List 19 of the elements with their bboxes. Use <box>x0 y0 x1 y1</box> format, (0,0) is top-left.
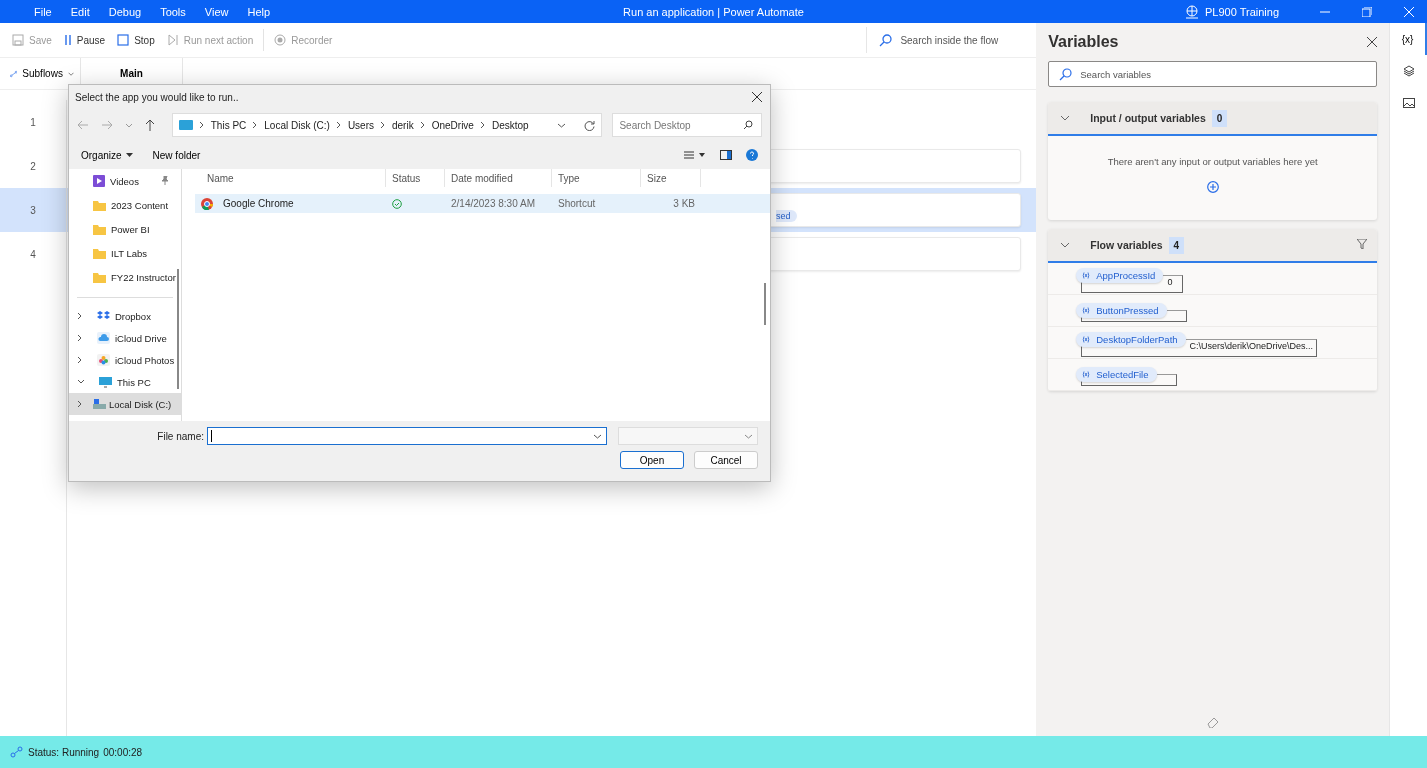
variable-chip: sed <box>776 210 797 222</box>
count-badge: 0 <box>1211 109 1228 127</box>
variable-value: C:\Users\derik\OneDrive\Des... <box>1188 340 1315 353</box>
line-number: 4 <box>0 232 67 276</box>
table-cell-text: Shortcut <box>557 198 597 209</box>
field-label: File name: <box>157 430 204 442</box>
table-cell-text: 3 KB <box>672 198 696 209</box>
file-name: Google Chrome <box>222 198 295 209</box>
window-title: Run an application | Power Automate <box>623 5 804 18</box>
line-number: 3 <box>0 188 67 232</box>
line-number: 1 <box>0 100 67 144</box>
status-text: Status: Running <box>28 746 100 758</box>
count-badge: 4 <box>1168 236 1185 254</box>
empty-message: There aren't any input or output variables here yet <box>1107 156 1318 167</box>
dialog-title: Select the app you would like to run.. <box>75 91 239 103</box>
elapsed-time: 00:00:28 <box>103 746 143 758</box>
table-cell-text: 2/14/2023 8:30 AM <box>450 198 536 209</box>
variable-value: 0 <box>1166 276 1174 289</box>
panel-title: Variables <box>1048 33 1119 51</box>
